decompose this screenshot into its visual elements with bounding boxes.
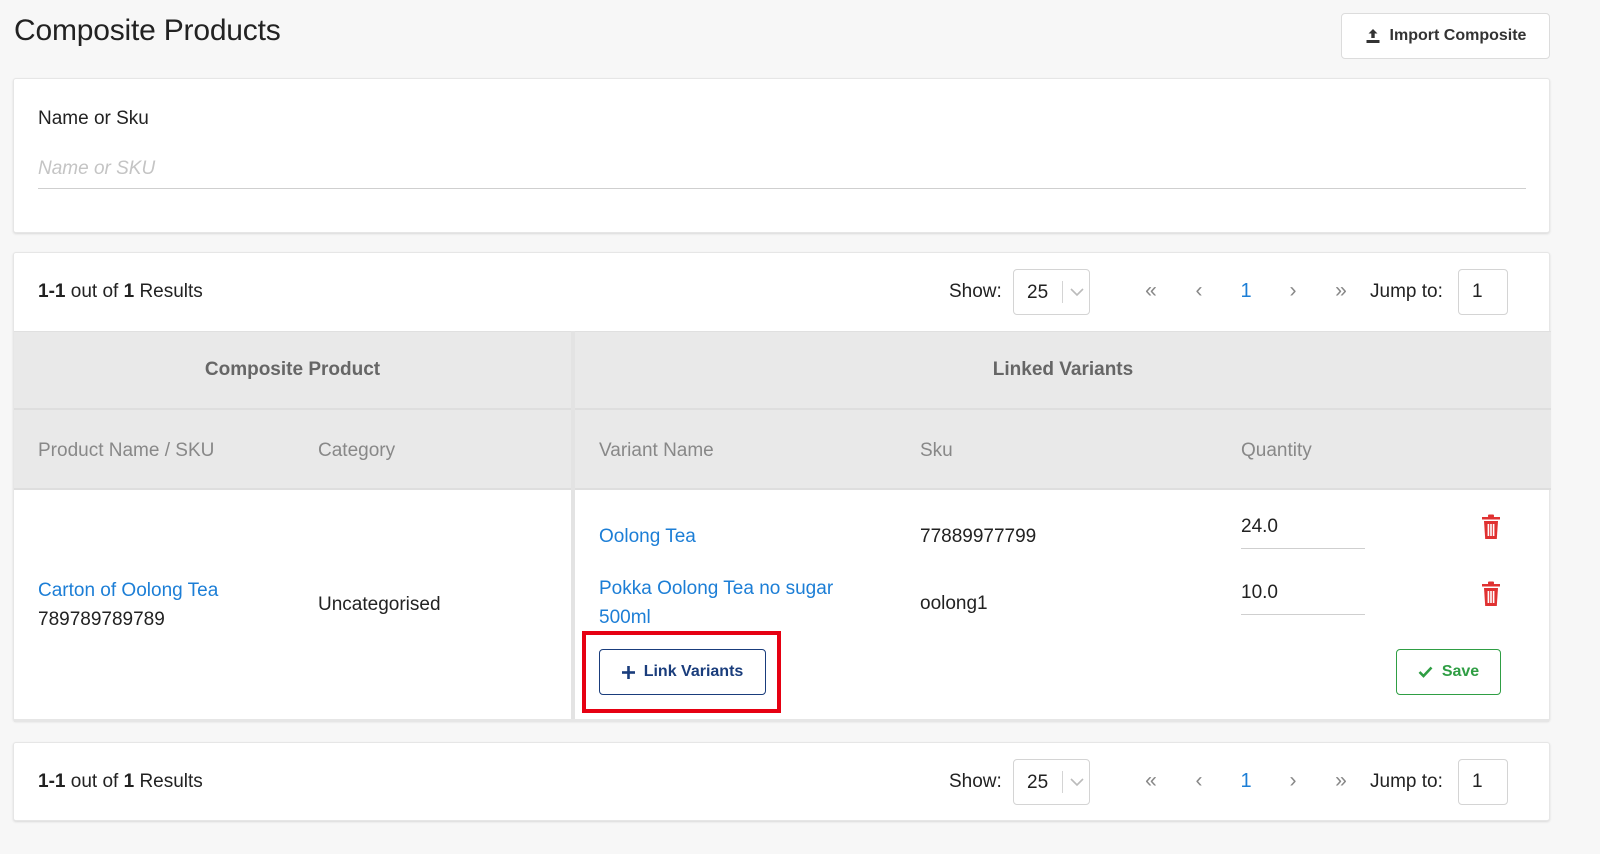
first-page-button[interactable]: « [1138,279,1164,303]
page-title: Composite Products [14,14,281,47]
chevron-down-icon [1070,778,1084,787]
last-page-button[interactable]: » [1328,769,1354,793]
linked-variants-header: Linked Variants [575,331,1551,410]
page-size-select[interactable]: 25 [1013,269,1090,315]
variant-name-link[interactable]: Pokka Oolong Tea no sugar [599,574,833,603]
page-size-select[interactable]: 25 [1013,759,1090,805]
prev-page-button[interactable]: ‹ [1186,769,1212,793]
trash-icon[interactable] [1479,514,1503,540]
jump-to-input[interactable] [1458,759,1508,805]
link-variants-label: Link Variants [643,663,744,680]
variant-quantity-input[interactable] [1241,571,1365,615]
variant-name-link[interactable]: Oolong Tea [599,522,696,551]
upload-icon [1366,29,1380,43]
category-column-header: Category [318,440,396,461]
product-category: Uncategorised [318,594,441,615]
linked-subheader-row: Variant Name Sku Quantity [575,410,1551,490]
select-separator [1062,771,1063,793]
jump-to-input[interactable] [1458,269,1508,315]
jump-to-label: Jump to: [1370,281,1443,302]
variant-name-link-continued[interactable]: 500ml [599,603,651,632]
plus-icon [621,665,635,679]
row-bottom-border [14,719,1549,722]
variant-sku: 77889977799 [920,526,1037,547]
page-size-value: 25 [1027,282,1049,303]
last-page-button[interactable]: » [1328,279,1354,303]
next-page-button[interactable]: › [1280,279,1306,303]
select-separator [1062,281,1063,303]
quantity-column-header: Quantity [1241,440,1312,461]
result-count: 1-1 out of 1 Results [38,281,203,302]
variant-name-column-header: Variant Name [599,440,714,461]
next-page-button[interactable]: › [1280,769,1306,793]
name-or-sku-label: Name or Sku [38,108,149,129]
show-label: Show: [949,771,1002,792]
show-label: Show: [949,281,1002,302]
page-size-value: 25 [1027,772,1049,793]
pagination-bottom: 1-1 out of 1 Results Show: 25 « ‹ 1 › » … [14,743,1549,821]
result-count: 1-1 out of 1 Results [38,771,203,792]
jump-to-label: Jump to: [1370,771,1443,792]
results-table-card: 1-1 out of 1 Results Show: 25 « ‹ 1 › » … [13,252,1551,722]
save-button[interactable]: Save [1396,649,1501,695]
first-page-button[interactable]: « [1138,769,1164,793]
composite-products-page: Composite Products Import Composite Name… [0,0,1600,854]
sku-column-header: Sku [920,440,953,461]
save-label: Save [1441,663,1480,680]
trash-icon[interactable] [1479,581,1503,607]
import-composite-label: Import Composite [1389,27,1527,44]
page-1-button[interactable]: 1 [1233,769,1259,793]
name-or-sku-input[interactable] [38,149,1526,189]
composite-subheader-row: Product Name / SKU Category [14,410,571,490]
check-icon [1418,666,1433,678]
prev-page-button[interactable]: ‹ [1186,279,1212,303]
chevron-down-icon [1070,288,1084,297]
column-group-divider [571,331,575,719]
filter-card: Name or Sku [13,78,1550,233]
pagination-bottom-card: 1-1 out of 1 Results Show: 25 « ‹ 1 › » … [13,742,1550,821]
product-name-link[interactable]: Carton of Oolong Tea [38,576,218,605]
product-name-sku-column-header: Product Name / SKU [38,440,215,461]
product-sku: 789789789789 [38,609,165,630]
pagination-top: 1-1 out of 1 Results Show: 25 « ‹ 1 › » … [14,253,1549,331]
link-variants-button[interactable]: Link Variants [599,649,766,695]
composite-product-header: Composite Product [14,331,571,410]
variant-sku: oolong1 [920,593,988,614]
variant-quantity-input[interactable] [1241,505,1365,549]
import-composite-button[interactable]: Import Composite [1341,13,1550,59]
page-1-button[interactable]: 1 [1233,279,1259,303]
